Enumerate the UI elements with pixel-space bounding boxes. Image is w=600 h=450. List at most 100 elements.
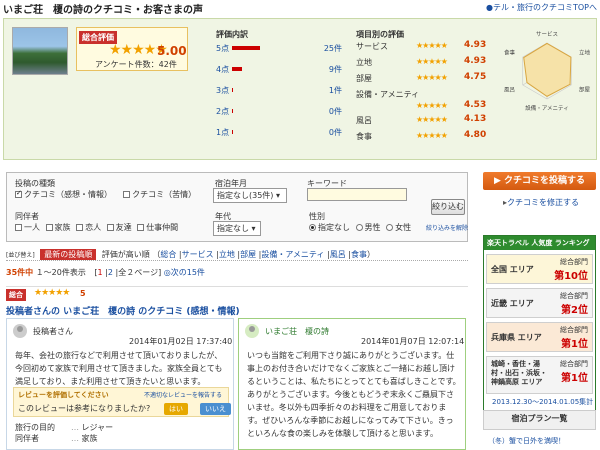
page-current: 1	[97, 268, 103, 277]
category-list: サービス ★★★★★ 4.93 立地 ★★★★★ 4.93 部屋 ★★★★★ 4…	[356, 39, 496, 159]
purpose-value: レジャー	[81, 423, 114, 432]
purpose-label: 旅行の目的	[15, 423, 55, 432]
sort-link[interactable]: 風呂	[330, 250, 346, 259]
breakdown-label[interactable]: 1点	[216, 127, 229, 138]
category-stars: ★★★★★	[416, 101, 448, 110]
helpful-box: レビューを評価してください 不適切なレビューを報告する このレビューは参考になり…	[13, 387, 231, 417]
breakdown-count: 9件	[328, 65, 342, 74]
next-icon: ◎	[163, 268, 171, 277]
sort-link[interactable]: 部屋	[240, 250, 256, 259]
page-link[interactable]: 2	[108, 268, 113, 277]
companion-options: 一人 家族 恋人 友達 仕事仲間	[15, 222, 178, 233]
gender-radio[interactable]	[386, 224, 394, 231]
review-type-checkbox[interactable]	[15, 189, 22, 198]
plan-link[interactable]: （冬）蟹で日外を満喫！	[488, 436, 565, 446]
category-label: 風呂	[356, 116, 372, 125]
ranking-label: 総合部門	[560, 258, 588, 266]
radar-label: 風呂	[504, 87, 515, 94]
gender-label: 性別	[309, 212, 325, 221]
companion-label: 同伴者	[15, 212, 39, 221]
sort-link[interactable]: 立地	[219, 250, 235, 259]
companion-meta-label: 同伴者	[15, 434, 39, 443]
helpful-title: レビューを評価してください	[18, 391, 109, 399]
radar-label: 食事	[504, 49, 516, 57]
companion-checkbox[interactable]	[137, 224, 145, 231]
companion-checkbox[interactable]	[76, 224, 84, 231]
ranking-label: 総合部門	[560, 360, 588, 368]
page-title: いまご荘 榎の詩のクチコミ・お客さまの声	[3, 5, 203, 16]
breakdown-bar	[232, 130, 233, 134]
sort-bar: [並び替え] 最新の投稿順 評価が高い順 （総合 |サービス |立地 |部屋 |…	[6, 249, 375, 260]
ranking-area: 城崎・香住・湯村・出石・浜坂・神鍋高原 エリア	[491, 360, 547, 386]
helpful-no-button[interactable]: いいえ	[200, 403, 231, 415]
chevron-down-icon: ▾	[275, 191, 280, 200]
gender-radio[interactable]	[309, 224, 316, 231]
gender-radio[interactable]	[355, 224, 363, 231]
ranking-number: 第2位	[561, 305, 588, 316]
ranking-row[interactable]: 全国 エリア 総合部門 第10位	[486, 254, 593, 284]
next-page-link[interactable]: 次の15件	[171, 268, 205, 277]
summary-panel: 総合評価 ★★★★★ 5.00 アンケート件数：42件 評価内訳 5点 25件 …	[3, 18, 597, 160]
sort-link[interactable]: 食事	[351, 250, 367, 259]
report-link[interactable]: 不適切なレビューを報告する	[144, 390, 222, 399]
sort-label: [並び替え]	[6, 252, 35, 259]
user-avatar-icon	[13, 324, 27, 338]
radar-label: 設備・アメニティ	[525, 104, 568, 112]
companion-option-label: 友達	[115, 223, 132, 232]
top-link[interactable]: ●テル・旅行のクチコミTOPへ	[486, 2, 597, 13]
companion-checkbox[interactable]	[15, 224, 22, 231]
companion-checkbox[interactable]	[106, 224, 114, 231]
review-overall-badge: 総合	[6, 289, 26, 301]
post-type-label: 投稿の種類	[15, 179, 55, 188]
ranking-row[interactable]: 城崎・香住・湯村・出石・浜坂・神鍋高原 エリア 総合部門 第1位	[486, 356, 593, 394]
companion-meta-value: 家族	[81, 434, 98, 443]
ranking-area: 兵庫県 エリア	[491, 333, 542, 342]
radar-label: 部屋	[579, 86, 591, 94]
ranking-row[interactable]: 兵庫県 エリア 総合部門 第1位	[486, 322, 593, 352]
ranking-panel: 楽天トラベル 人気度 ランキング 全国 エリア 総合部門 第10位 近畿 エリア…	[483, 235, 596, 425]
ranking-row[interactable]: 近畿 エリア 総合部門 第2位	[486, 288, 593, 318]
reply-body: いつも当館をご利用下さり誠にありがとうございます。仕事上のお付き合いだけでなくご…	[247, 351, 461, 438]
sort-link[interactable]: 設備・アメニティ	[261, 250, 324, 259]
radar-polygon	[523, 42, 572, 97]
survey-count: アンケート件数：42件	[95, 60, 177, 69]
date-select[interactable]: 指定なし(35件) ▾	[213, 188, 287, 203]
breakdown-count: 0件	[328, 107, 342, 116]
review-date: 2014年01月02日 17:37:40	[129, 337, 233, 346]
keyword-input[interactable]	[307, 188, 407, 201]
narrow-button[interactable]: 絞り込む	[431, 199, 465, 215]
page-count: 全２ページ	[118, 268, 159, 277]
edit-review-link[interactable]: ▸クチコミを修正する	[503, 197, 579, 208]
breakdown-label[interactable]: 5点	[216, 43, 229, 54]
breakdown-label[interactable]: 4点	[216, 64, 229, 75]
breakdown-label[interactable]: 3点	[216, 85, 229, 96]
sort-link[interactable]: サービス	[182, 250, 214, 259]
hotel-photo	[12, 27, 68, 75]
category-score: 4.13	[464, 114, 487, 124]
review-score: 5	[80, 289, 86, 298]
post-review-button[interactable]: ▶ クチコミを投稿する	[483, 172, 596, 190]
age-select[interactable]: 指定なし ▾	[213, 221, 261, 236]
review-title[interactable]: 投稿者さんの いまご荘 榎の詩 のクチコミ (感想・情報)	[6, 304, 240, 317]
category-score: 4.93	[464, 56, 487, 66]
globe-icon: ●	[486, 3, 493, 12]
clear-filter-link[interactable]: 絞り込みを解除	[426, 223, 468, 232]
category-stars: ★★★★★	[416, 115, 448, 124]
paging-bar: 35件中 １〜20件表示 [1 |2 |全２ページ] ◎次の15件	[6, 268, 205, 277]
sort-latest-tab[interactable]: 最新の投稿順	[40, 249, 97, 260]
helpful-yes-button[interactable]: はい	[164, 403, 188, 415]
breakdown-bar	[232, 67, 242, 71]
reply-date: 2014年01月07日 12:07:14	[361, 337, 465, 346]
gender-option-label: 指定なし	[318, 223, 350, 232]
breakdown-label[interactable]: 2点	[216, 106, 229, 117]
complaint-type-checkbox[interactable]	[123, 191, 131, 198]
sort-high-label: 評価が高い順	[101, 250, 150, 259]
companion-checkbox[interactable]	[45, 224, 53, 231]
category-label: 設備・アメニティ	[356, 90, 420, 99]
chevron-down-icon: ▾	[251, 224, 256, 233]
review-card: 投稿者さん 2014年01月02日 17:37:40 毎年、会社の旅行などで利用…	[6, 318, 234, 450]
ranking-title: 楽天トラベル 人気度 ランキング	[484, 236, 595, 250]
breakdown-count: 25件	[323, 44, 342, 53]
page-header: いまご荘 榎の詩のクチコミ・お客さまの声 ●テル・旅行のクチコミTOPへ	[0, 0, 600, 16]
sort-link[interactable]: 総合	[160, 250, 176, 259]
